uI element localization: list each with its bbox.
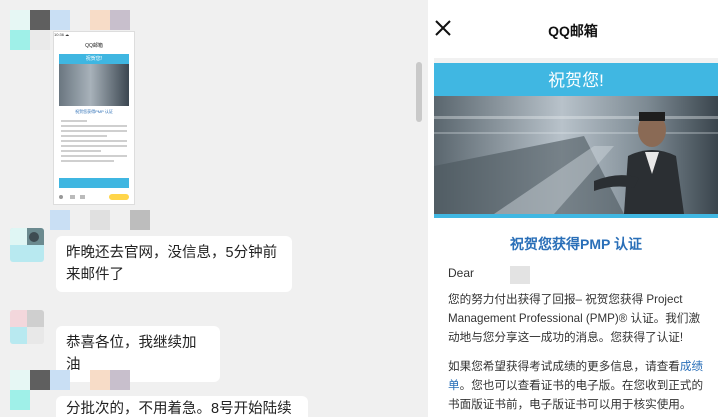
email-app-title: QQ邮箱 xyxy=(548,23,598,39)
chat-message[interactable]: 昨晚还去官网，没信息，5分钟前来邮件了 xyxy=(56,236,292,292)
message-text: 昨晚还去官网，没信息，5分钟前来邮件了 xyxy=(66,245,278,283)
greeting: Dear xyxy=(448,266,475,280)
message-text: 恭喜各位，我继续加油 xyxy=(66,335,197,373)
paragraph-2-text-end: 。您也可以查看证书的电子版。在您收到正式的书面版证书前，电子版证书可以用于核实使… xyxy=(448,379,704,411)
thumb-banner: 祝贺您! xyxy=(59,54,129,64)
thumb-header: QQ邮箱 xyxy=(85,43,103,49)
congrats-heading: 祝贺您获得PMP 认证 xyxy=(510,236,642,252)
paragraph-2: 如果您希望获得考试成绩的更多信息，请查看成绩单。您也可以查看证书的电子版。在您收… xyxy=(448,357,710,414)
message-text: 分批次的，不用着急。8号开始陆续 xyxy=(66,401,292,417)
redacted-name xyxy=(510,266,530,284)
hero-image xyxy=(434,96,718,214)
chat-pane: 10:36 ☁ QQ邮箱 祝贺您! 祝贺您获得PMP 认证 昨晚还去官网，没信息… xyxy=(0,0,428,417)
thumb-status-bar: 10:36 ☁ xyxy=(54,32,70,37)
email-header: QQ邮箱 xyxy=(428,0,718,58)
email-body: 祝贺您! 祝贺您获得PMP 认证 Dear 您的努力付出获得了回报– 祝贺您获得… xyxy=(434,58,718,417)
thumb-photo xyxy=(59,64,129,106)
chat-message[interactable]: 恭喜各位，我继续加油 xyxy=(56,326,220,382)
paragraph-1: 您的努力付出获得了回报– 祝贺您获得 Project Management Pr… xyxy=(448,293,701,344)
thumb-text-lines xyxy=(61,120,127,165)
avatar[interactable] xyxy=(10,310,44,344)
email-content: 祝贺您获得PMP 认证 Dear 您的努力付出获得了回报– 祝贺您获得 Proj… xyxy=(434,218,718,417)
avatar[interactable] xyxy=(10,228,44,262)
email-viewer: QQ邮箱 祝贺您! 祝贺您获得PMP 认证 Dear 您的努力付出获得了回报– … xyxy=(428,0,718,417)
thumb-title: 祝贺您获得PMP 认证 xyxy=(75,109,113,114)
thumb-toolbar xyxy=(54,190,134,204)
scrollbar-thumb[interactable] xyxy=(416,62,422,122)
paragraph-2-text: 如果您希望获得考试成绩的更多信息，请查看 xyxy=(448,360,680,373)
chat-message[interactable]: 分批次的，不用着急。8号开始陆续 xyxy=(56,396,308,417)
thumb-footer xyxy=(59,178,129,188)
email-screenshot-thumbnail[interactable]: 10:36 ☁ QQ邮箱 祝贺您! 祝贺您获得PMP 认证 xyxy=(53,31,135,205)
congrats-banner: 祝贺您! xyxy=(434,63,718,99)
